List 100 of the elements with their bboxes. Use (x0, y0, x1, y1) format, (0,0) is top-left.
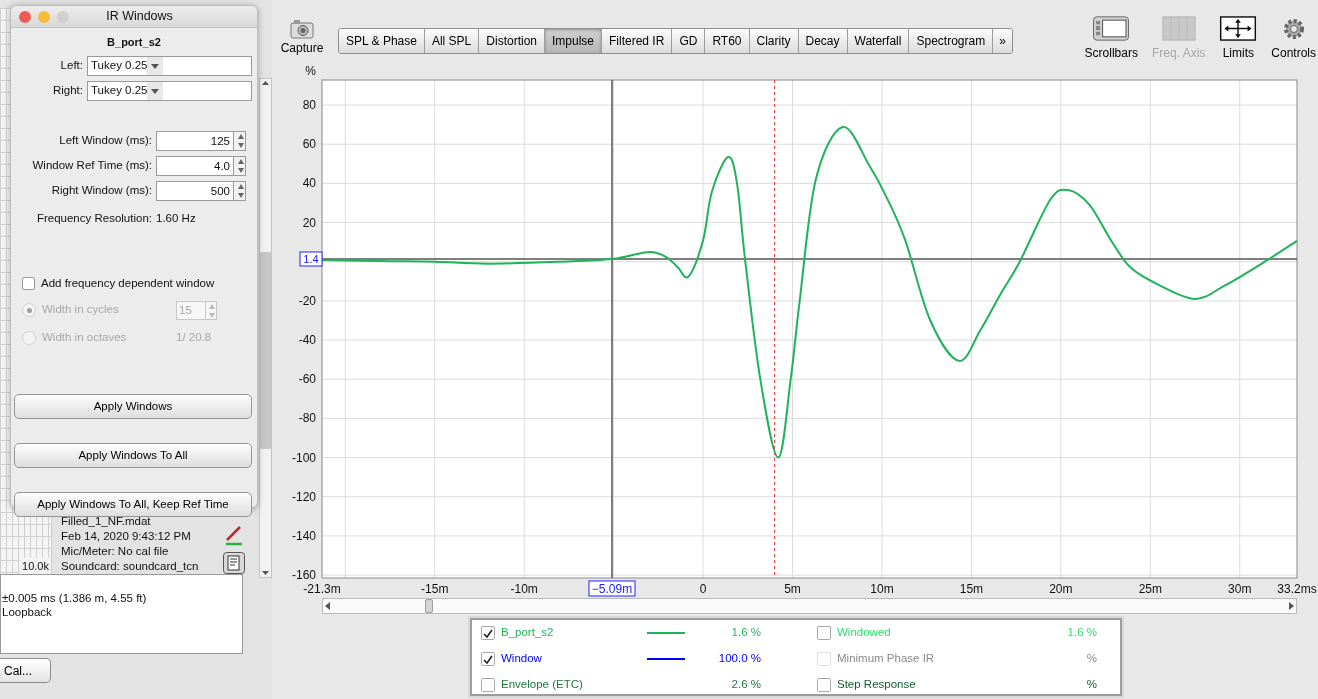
view-tab[interactable]: Impulse (545, 29, 602, 53)
dropdown[interactable]: Tukey 0.25 (87, 80, 252, 101)
view-tab[interactable]: RT60 (705, 29, 750, 53)
legend-label: Step Response (837, 677, 917, 693)
checkbox[interactable] (817, 678, 831, 692)
arrows-icon (1219, 16, 1258, 41)
number-field[interactable]: 500 (156, 180, 234, 201)
legend-value: 1.6 % (1066, 625, 1097, 641)
radio-label: Width in octaves (42, 330, 128, 346)
checkbox[interactable] (481, 626, 495, 640)
axis-label: 20m (1049, 582, 1073, 596)
axis-label: 5m (784, 582, 801, 596)
down-arrow-icon[interactable] (261, 569, 270, 577)
resolution-value: 1.60 Hz (156, 210, 196, 226)
toolbar-button[interactable]: Controls (1271, 16, 1316, 62)
legend-label: Windowed (837, 625, 892, 641)
legend-label: Window (501, 651, 543, 667)
number-field[interactable]: 4.0 (156, 155, 234, 176)
axis-label: -140 (291, 528, 316, 543)
apply-button[interactable]: Apply Windows To All, Keep Ref Time (14, 492, 252, 517)
view-tab[interactable]: Distortion (479, 29, 545, 53)
axis-label: -80 (298, 411, 316, 426)
apply-button[interactable]: Apply Windows To All (14, 443, 252, 468)
legend-label: Minimum Phase IR (837, 651, 936, 667)
axis-label: -160 (291, 568, 316, 583)
dropdown[interactable]: Tukey 0.25 (87, 55, 252, 76)
window-title: IR Windows (105, 8, 174, 26)
field-label: Frequency Resolution: (35, 210, 153, 226)
more-button[interactable]: » (993, 29, 1012, 53)
field-label: Window Ref Time (ms): (31, 157, 153, 173)
info-text: Mic/Meter: No cal file (61, 544, 170, 559)
octave-value: 1/ 20.8 (176, 330, 212, 346)
axis-label: 40 (302, 176, 316, 191)
checkbox[interactable] (481, 678, 495, 692)
field-label: Right: (51, 82, 84, 98)
right-arrow-icon[interactable] (1286, 601, 1296, 611)
vertical-scrollbar[interactable] (259, 78, 272, 578)
capture-button[interactable]: Capture (280, 0, 324, 62)
stepper-button[interactable] (234, 180, 246, 201)
axis-label: -40 (298, 333, 316, 348)
radio-label: Width in cycles (42, 302, 120, 318)
ref-line-label: 1.4 (303, 252, 319, 265)
view-tab[interactable]: Clarity (749, 29, 799, 53)
axis-label: 33.2ms (1277, 582, 1317, 596)
up-arrow-icon[interactable] (261, 79, 270, 87)
field-label: Left: (59, 57, 84, 73)
axis-label: 0 (699, 582, 707, 596)
axis-label: 20 (302, 215, 316, 230)
apply-button[interactable]: Apply Windows (14, 394, 252, 419)
legend-label: B_port_s2 (501, 625, 555, 641)
checkbox[interactable] (817, 626, 831, 640)
checkbox[interactable] (481, 652, 495, 666)
axis-label: 80 (302, 98, 316, 113)
axis-title: % (305, 64, 316, 78)
info-text: Feb 14, 2020 9:43:12 PM (61, 529, 192, 544)
stepper-button[interactable] (234, 155, 246, 176)
measurement-name: B_port_s2 (106, 35, 162, 50)
view-tab[interactable]: Waterfall (847, 29, 910, 53)
horizontal-scrollbar[interactable] (322, 598, 1297, 614)
view-tab[interactable]: GD (672, 29, 706, 53)
legend-label: Envelope (ETC) (501, 677, 584, 693)
grid-icon (1159, 16, 1198, 41)
scroll-thumb[interactable] (260, 252, 271, 449)
cursor-label: −5.09m (588, 580, 636, 597)
legend-value: 2.6 % (730, 677, 761, 693)
details-text: ±0.005 ms (1.386 m, 4.55 ft) Loopback (0, 574, 243, 654)
close-button[interactable] (19, 10, 31, 23)
info-text: Filled_1_NF.mdat (61, 514, 152, 529)
cursor-label: 1.4 (299, 251, 323, 267)
axis-label: -21.3m (303, 582, 341, 596)
minimize-button[interactable] (38, 10, 50, 23)
toolbar-button[interactable]: Scrollbars (1084, 16, 1138, 62)
legend-value: 1.6 % (730, 625, 761, 641)
view-tab[interactable]: SPL & Phase (339, 29, 425, 53)
view-tab[interactable]: All SPL (424, 29, 480, 53)
cal-button[interactable]: Cal... (0, 658, 51, 683)
view-tab[interactable]: Decay (798, 29, 848, 53)
gear-icon (1281, 16, 1306, 41)
axis-label: 10.0k (20, 557, 51, 574)
info-text: Soundcard: soundcard_tcn (61, 559, 199, 574)
axis-label: 30m (1228, 582, 1252, 596)
checkbox[interactable] (22, 276, 35, 290)
scroll-thumb[interactable] (425, 599, 433, 613)
stepper-button[interactable] (234, 130, 246, 151)
axis-label: -20 (298, 293, 316, 308)
field-label: Left Window (ms): (58, 132, 153, 148)
axis-label: 25m (1138, 582, 1162, 596)
toolbar-button[interactable]: Limits (1219, 16, 1258, 62)
view-tab[interactable]: Filtered IR (602, 29, 673, 53)
checkbox-label: Add frequency dependent window (41, 275, 215, 291)
legend-value: 100.0 % (717, 651, 761, 667)
axis-label: 10m (870, 582, 894, 596)
axis-label: -15m (421, 582, 449, 596)
left-arrow-icon[interactable] (323, 601, 333, 611)
pen-icon[interactable] (224, 524, 244, 546)
caret-icon (147, 56, 164, 75)
document-icon[interactable] (223, 552, 245, 574)
view-tab[interactable]: Spectrogram (909, 29, 994, 53)
number-field[interactable]: 125 (156, 130, 234, 151)
axis-label: -60 (298, 372, 316, 387)
